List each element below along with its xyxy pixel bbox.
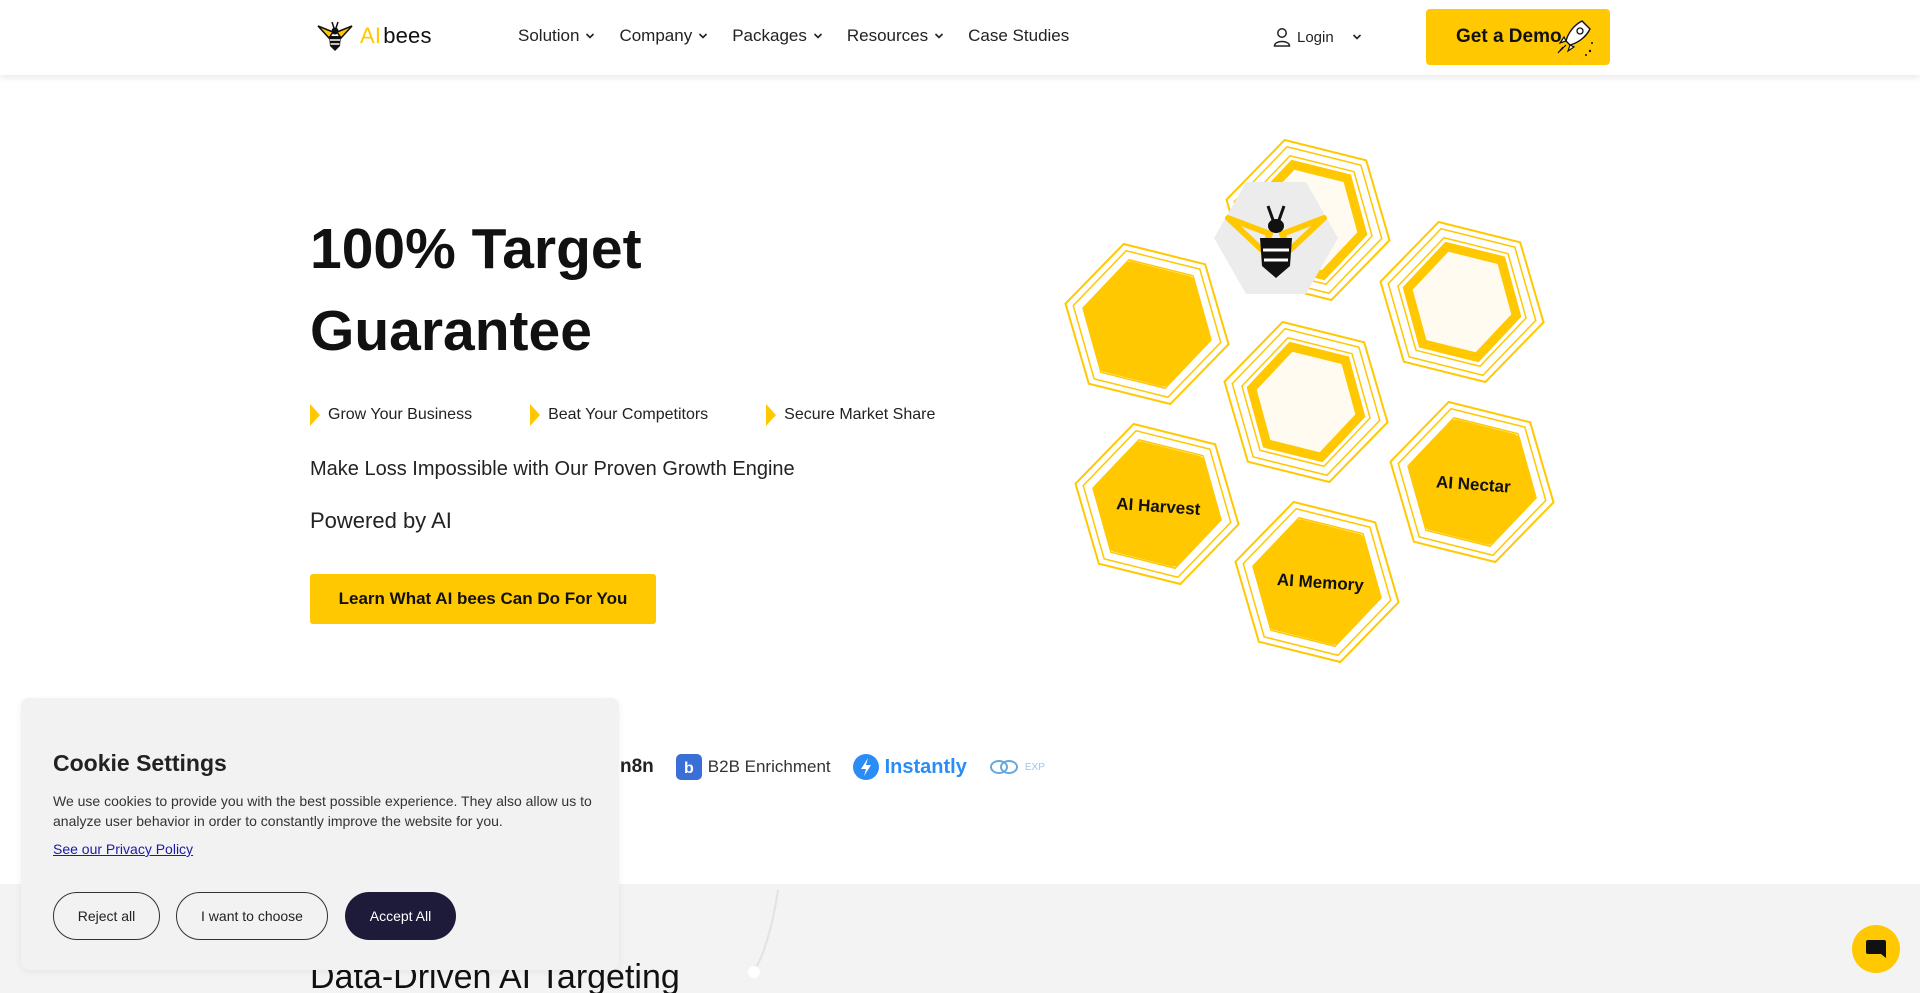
nav-case-studies-label: Case Studies xyxy=(968,26,1070,45)
cookie-text: We use cookies to provide you with the b… xyxy=(53,793,592,829)
triangle-bullet-icon xyxy=(310,404,320,426)
privacy-policy-link[interactable]: See our Privacy Policy xyxy=(53,841,193,857)
decorative-line xyxy=(748,890,779,978)
hero-title-line2: Guarantee xyxy=(310,299,592,363)
triangle-bullet-icon xyxy=(766,404,777,426)
login-menu[interactable]: Login xyxy=(1273,27,1362,47)
hero-title: 100% Target Guarantee xyxy=(310,208,830,372)
b2b-label: B2B Enrichment xyxy=(707,757,831,776)
hero-tagline: Powered by AI xyxy=(310,508,452,533)
logo-ai-text: AI xyxy=(360,23,382,48)
bullet-item: Secure Market Share xyxy=(766,404,935,426)
triangle-bullet-icon xyxy=(530,404,541,426)
hex-center xyxy=(1206,310,1406,494)
nav-resources-label: Resources xyxy=(846,26,929,45)
chevron-down-icon xyxy=(1352,34,1361,40)
link-icon xyxy=(989,760,1018,774)
chevron-down-icon xyxy=(935,33,944,39)
hero-subtitle: Make Loss Impossible with Our Proven Gro… xyxy=(310,458,795,480)
main-nav: Solution Company Packages Resources Case… xyxy=(518,26,1069,46)
reject-all-button[interactable]: Reject all xyxy=(53,892,160,940)
bee-logo-icon xyxy=(317,21,353,51)
integration-logos: n8n b B2B Enrichment Instantly EXP xyxy=(600,750,1045,784)
brand-logo[interactable]: AIbees xyxy=(314,18,432,54)
hero-bullets: Grow Your Business Beat Your Competitors… xyxy=(310,404,935,426)
exp-label: EXP xyxy=(1024,761,1045,773)
logo-wordmark: AIbees xyxy=(360,23,432,49)
logo-instantly: Instantly xyxy=(852,754,967,780)
choose-cookies-button[interactable]: I want to choose xyxy=(176,892,328,940)
nav-solution[interactable]: Solution xyxy=(518,26,595,46)
chat-icon xyxy=(1866,940,1886,958)
get-demo-label: Get a Demo xyxy=(1456,26,1562,47)
user-icon xyxy=(1273,28,1291,47)
nav-packages-label: Packages xyxy=(732,26,807,45)
site-header: AIbees Solution Company Packages Resourc… xyxy=(0,0,1920,75)
bullet-text: Grow Your Business xyxy=(328,406,473,423)
hex-left xyxy=(1047,232,1247,416)
hex-right xyxy=(1362,210,1562,394)
nav-company-label: Company xyxy=(619,26,693,45)
n8n-label: n8n xyxy=(620,756,654,777)
logo-bees-text: bees xyxy=(383,23,432,48)
cookie-title: Cookie Settings xyxy=(53,750,227,776)
chevron-down-icon xyxy=(586,33,595,39)
nav-solution-label: Solution xyxy=(518,26,580,45)
nav-company[interactable]: Company xyxy=(619,26,708,46)
learn-more-button[interactable]: Learn What AI bees Can Do For You xyxy=(310,574,656,624)
lightning-icon xyxy=(852,754,879,780)
nav-case-studies[interactable]: Case Studies xyxy=(968,26,1069,46)
chat-button[interactable] xyxy=(1852,925,1900,973)
bullet-text: Beat Your Competitors xyxy=(548,406,709,423)
rocket-icon xyxy=(1557,20,1593,56)
b2b-icon: b xyxy=(675,754,702,780)
bullet-item: Grow Your Business xyxy=(310,404,472,426)
svg-text:b: b xyxy=(684,760,694,777)
chevron-down-icon xyxy=(699,33,708,39)
bullet-text: Secure Market Share xyxy=(784,406,936,423)
login-label: Login xyxy=(1297,28,1334,46)
nav-packages[interactable]: Packages xyxy=(732,26,823,46)
hero-title-line1: 100% Target xyxy=(310,217,642,281)
learn-more-label: Learn What AI bees Can Do For You xyxy=(338,589,628,608)
cookie-settings-panel: Cookie Settings We use cookies to provid… xyxy=(21,698,619,970)
nav-resources[interactable]: Resources xyxy=(847,26,944,46)
accept-all-button[interactable]: Accept All xyxy=(345,892,456,940)
bullet-item: Beat Your Competitors xyxy=(530,404,708,426)
logo-exp: EXP xyxy=(989,756,1045,778)
get-demo-button[interactable]: Get a Demo xyxy=(1426,9,1610,65)
logo-b2b-enrichment: b B2B Enrichment xyxy=(675,754,831,780)
honeycomb-graphic: AI Harvest AI Nectar AI Memory xyxy=(1047,130,1572,674)
chevron-down-icon xyxy=(813,33,822,39)
instantly-label: Instantly xyxy=(884,755,967,778)
